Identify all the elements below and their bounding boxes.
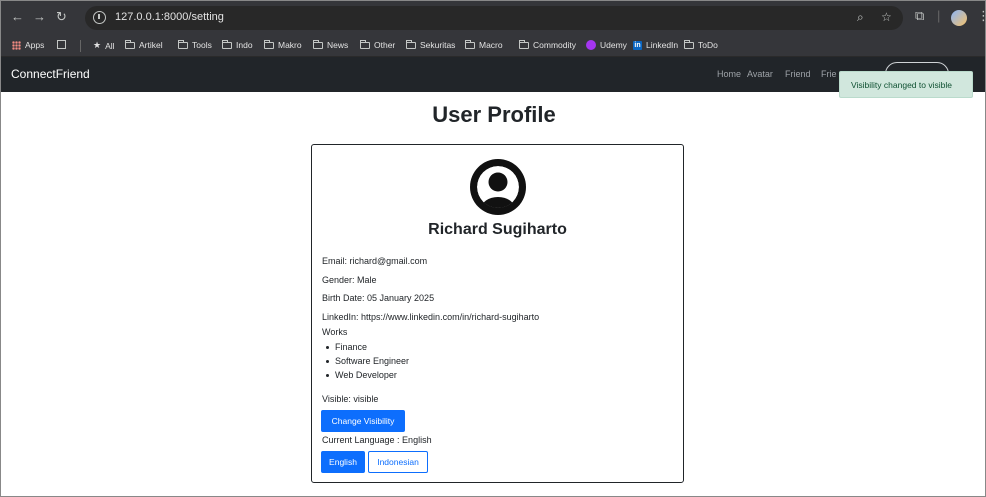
list-item: Finance bbox=[326, 342, 409, 356]
extensions-icon[interactable]: ⧉ bbox=[915, 8, 924, 24]
linkedin-icon: in bbox=[633, 40, 642, 50]
udemy-icon bbox=[586, 40, 596, 50]
folder-icon bbox=[222, 39, 232, 49]
bookmark-indo[interactable]: Indo bbox=[222, 39, 253, 50]
reload-icon[interactable]: ↻ bbox=[56, 9, 67, 25]
nav-link-friend[interactable]: Friend bbox=[785, 69, 811, 79]
address-bar-url[interactable]: 127.0.0.1:8000/setting bbox=[115, 11, 224, 23]
visibility-toast: Visibility changed to visible bbox=[839, 71, 973, 98]
change-visibility-button[interactable]: Change Visibility bbox=[321, 410, 405, 432]
profile-linkedin: LinkedIn: https://www.linkedin.com/in/ri… bbox=[322, 312, 540, 322]
bookmark-grid[interactable] bbox=[57, 40, 66, 49]
visibility-status: Visible: visible bbox=[322, 394, 379, 404]
list-item: Software Engineer bbox=[326, 356, 409, 370]
zoom-icon[interactable]: ⌕ bbox=[857, 10, 864, 25]
folder-icon bbox=[519, 39, 529, 49]
works-label: Works bbox=[322, 327, 348, 337]
apps-icon bbox=[12, 40, 21, 50]
nav-link-home[interactable]: Home bbox=[717, 69, 741, 79]
works-list: Finance Software Engineer Web Developer bbox=[326, 342, 409, 384]
bookmark-news[interactable]: News bbox=[313, 39, 348, 50]
bookmark-artikel[interactable]: Artikel bbox=[125, 39, 163, 50]
folder-icon bbox=[125, 39, 135, 49]
folder-icon bbox=[406, 39, 416, 49]
bookmark-makro[interactable]: Makro bbox=[264, 39, 302, 50]
profile-email: Email: richard@gmail.com bbox=[322, 256, 428, 266]
bookmark-tools[interactable]: Tools bbox=[178, 39, 212, 50]
profile-card: Richard Sugiharto Email: richard@gmail.c… bbox=[311, 144, 684, 483]
profile-birth-date: Birth Date: 05 January 2025 bbox=[322, 293, 435, 303]
folder-icon bbox=[313, 39, 323, 49]
bookmark-apps[interactable]: Apps bbox=[12, 40, 44, 50]
language-english-button[interactable]: English bbox=[321, 451, 365, 473]
browser-window: ← → ↻ 127.0.0.1:8000/setting ⌕ ☆ ⧉ | ⋮ A… bbox=[0, 0, 986, 497]
page-title: User Profile bbox=[432, 102, 556, 127]
back-icon[interactable]: ← bbox=[11, 9, 24, 25]
current-language: Current Language : English bbox=[322, 435, 432, 445]
menu-kebab-icon[interactable]: ⋮ bbox=[977, 8, 985, 24]
folder-icon bbox=[684, 39, 694, 49]
brand-logo[interactable]: ConnectFriend bbox=[11, 67, 90, 81]
nav-link-friend-request[interactable]: Frie bbox=[821, 69, 837, 79]
profile-gender: Gender: Male bbox=[322, 275, 377, 285]
nav-link-avatar[interactable]: Avatar bbox=[747, 69, 773, 79]
forward-icon[interactable]: → bbox=[33, 9, 46, 25]
bookmark-linkedin[interactable]: in LinkedIn bbox=[633, 40, 678, 50]
grid-icon bbox=[57, 40, 66, 49]
bookmark-all[interactable]: ★ All bbox=[93, 40, 115, 51]
bookmark-other[interactable]: Other bbox=[360, 39, 395, 50]
site-info-icon[interactable] bbox=[93, 11, 106, 24]
list-item: Web Developer bbox=[326, 370, 409, 384]
bookmark-macro[interactable]: Macro bbox=[465, 39, 503, 50]
bookmarks-divider bbox=[80, 40, 81, 52]
folder-icon bbox=[178, 39, 188, 49]
folder-icon bbox=[264, 39, 274, 49]
folder-icon bbox=[465, 39, 475, 49]
bookmark-star-icon[interactable]: ☆ bbox=[881, 10, 892, 24]
browser-toolbar: ← → ↻ 127.0.0.1:8000/setting ⌕ ☆ ⧉ | ⋮ bbox=[1, 1, 985, 35]
bookmark-commodity[interactable]: Commodity bbox=[519, 39, 576, 50]
address-bar[interactable]: 127.0.0.1:8000/setting ⌕ ☆ bbox=[85, 6, 903, 30]
bookmark-todo[interactable]: ToDo bbox=[684, 39, 718, 50]
bookmark-sekuritas[interactable]: Sekuritas bbox=[406, 39, 455, 50]
bookmark-udemy[interactable]: Udemy bbox=[586, 40, 627, 50]
user-avatar-icon bbox=[470, 159, 526, 215]
star-icon: ★ bbox=[93, 40, 102, 50]
language-indonesian-button[interactable]: Indonesian bbox=[368, 451, 428, 473]
toolbar-divider: | bbox=[937, 8, 941, 23]
folder-icon bbox=[360, 39, 370, 49]
bookmarks-bar: Apps ★ All Artikel Tools Indo Makro News bbox=[1, 35, 985, 57]
profile-avatar-icon[interactable] bbox=[951, 10, 967, 26]
profile-name: Richard Sugiharto bbox=[428, 221, 567, 238]
